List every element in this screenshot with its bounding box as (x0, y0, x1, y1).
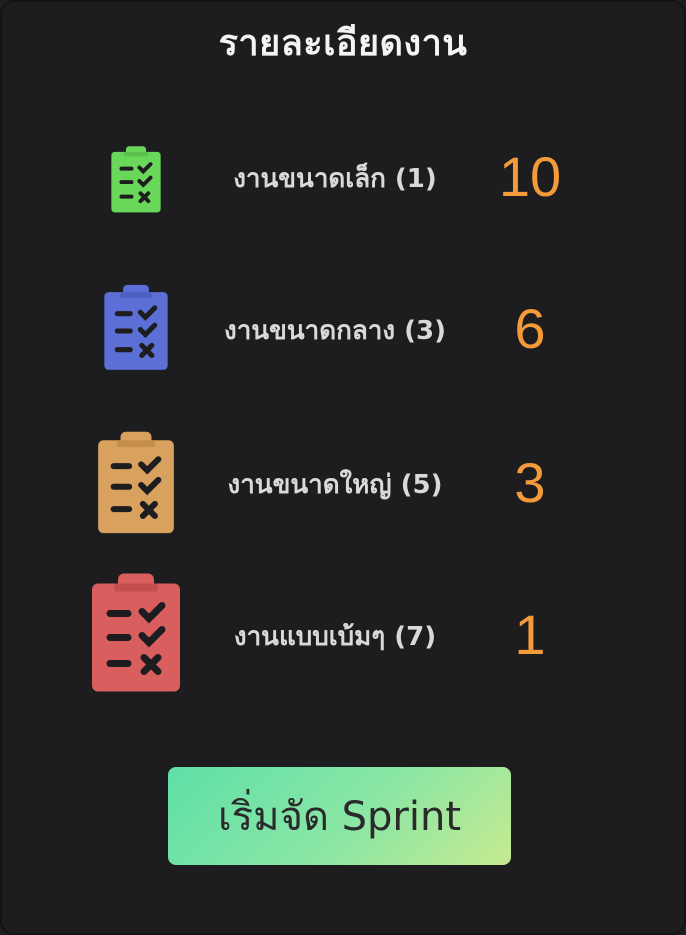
task-count: 10 (498, 145, 562, 208)
clipboard-checklist-icon (93, 428, 179, 536)
clipboard-checklist-icon (108, 144, 164, 214)
task-label: งานแบบเบ้มๆ (7) (233, 622, 437, 652)
task-count: 1 (514, 603, 546, 666)
panel-title: รายละเอียดงาน (218, 23, 468, 64)
task-label: งานขนาดเล็ก (1) (233, 164, 437, 194)
task-row-intense: งานแบบเบ้มๆ (7) 1 (0, 568, 686, 698)
task-row-small: งานขนาดเล็ก (1) 10 (0, 110, 686, 240)
task-summary-panel: รายละเอียดงาน งานขนาดเล็ก (1) 10 งานขนาด… (0, 0, 686, 935)
task-row-medium: งานขนาดกลาง (3) 6 (0, 262, 686, 392)
task-label: งานขนาดกลาง (3) (224, 316, 446, 346)
task-count: 3 (514, 451, 546, 514)
task-count: 6 (514, 297, 546, 360)
start-sprint-button[interactable]: เริ่มจัด Sprint (168, 767, 511, 865)
clipboard-checklist-icon (100, 282, 172, 372)
task-row-large: งานขนาดใหญ่ (5) 3 (0, 416, 686, 546)
task-label: งานขนาดใหญ่ (5) (227, 470, 443, 500)
